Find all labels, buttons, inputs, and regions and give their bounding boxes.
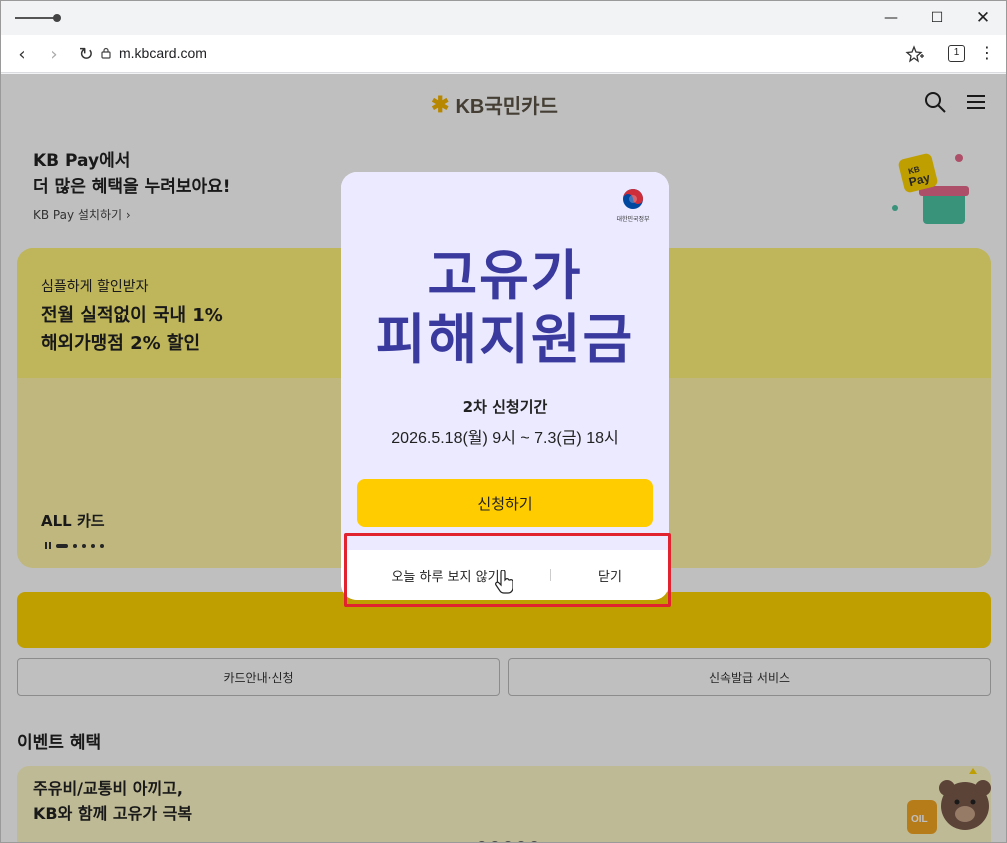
apply-button[interactable]: 신청하기 (357, 479, 653, 527)
url-text[interactable]: m.kbcard.com (119, 45, 207, 61)
minimize-icon[interactable]: — (868, 1, 914, 35)
address-bar: ‹ › ↻ m.kbcard.com 1 ⋮ (1, 35, 1006, 73)
tab-count-button[interactable]: 1 (948, 45, 965, 62)
close-window-icon[interactable]: ✕ (960, 1, 1006, 35)
bookmark-star-icon[interactable] (905, 45, 925, 63)
application-period-dates: 2026.5.18(월) 9시 ~ 7.3(금) 18시 (391, 430, 619, 447)
tab-slider-knob[interactable] (53, 14, 61, 22)
back-icon[interactable]: ‹ (9, 41, 35, 67)
headline-line2: 피해지원금 (375, 308, 635, 371)
lock-icon (101, 47, 111, 59)
maximize-icon[interactable]: ☐ (914, 1, 960, 35)
application-period-label: 2차 신청기간 (462, 398, 548, 416)
popup-headline: 고유가 피해지원금 (341, 244, 669, 372)
korea-gov-emblem: 대한민국정부 (613, 188, 653, 226)
forward-icon[interactable]: › (41, 41, 67, 67)
reload-icon[interactable]: ↻ (73, 41, 99, 67)
tab-slider[interactable] (15, 14, 61, 22)
hand-cursor-icon (495, 570, 513, 594)
more-menu-icon[interactable]: ⋮ (979, 43, 995, 63)
browser-window: — ☐ ✕ ‹ › ↻ m.kbcard.com 1 ⋮ ✱ KB국민카드 KB… (0, 0, 1007, 843)
title-bar: — ☐ ✕ (1, 1, 1006, 35)
taegeuk-icon (623, 189, 643, 209)
gov-label: 대한민국정부 (616, 216, 650, 223)
popup-poster[interactable]: 대한민국정부 고유가 피해지원금 2차 신청기간 2026.5.18(월) 9시… (341, 172, 669, 550)
headline-line1: 고유가 (427, 244, 583, 307)
